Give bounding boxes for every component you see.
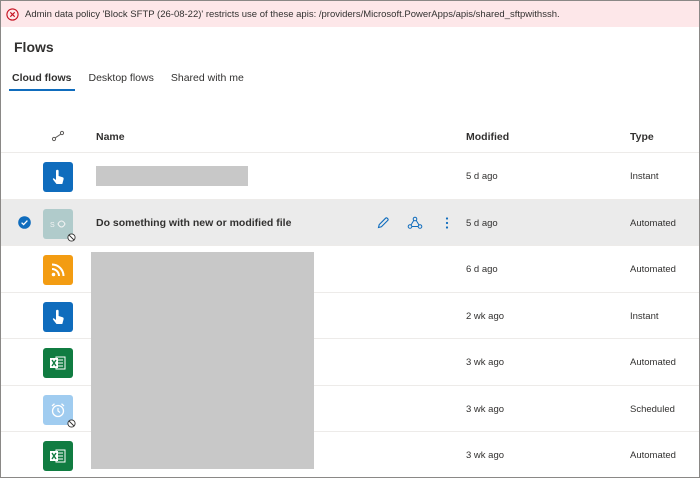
- flow-type: Instant: [630, 171, 659, 182]
- tab-shared-with-me[interactable]: Shared with me: [166, 65, 249, 93]
- flow-modified: 5 d ago: [466, 217, 498, 229]
- tab-cloud-flows[interactable]: Cloud flows: [7, 65, 77, 93]
- flow-modified: 3 wk ago: [466, 403, 505, 415]
- touch-icon: [43, 301, 73, 332]
- flow-modified: 5 d ago: [466, 171, 498, 182]
- rss-icon: [43, 255, 73, 285]
- checkmark-circle-icon[interactable]: [18, 215, 31, 232]
- flow-type: Automated: [630, 357, 676, 368]
- flow-modified: 2 wk ago: [466, 310, 505, 322]
- table-row-selected[interactable]: S Do something with new or modified file…: [1, 199, 699, 246]
- flow-modified: 3 wk ago: [466, 450, 505, 461]
- tab-desktop-flows[interactable]: Desktop flows: [84, 65, 159, 93]
- excel-icon: [43, 441, 73, 471]
- error-circle-icon: [6, 7, 19, 21]
- excel-icon: [43, 348, 73, 378]
- flow-modified: 3 wk ago: [466, 357, 505, 368]
- edit-pencil-icon[interactable]: [374, 214, 392, 232]
- blocked-icon: [67, 418, 76, 431]
- page-title: Flows: [14, 39, 54, 55]
- row-actions: [374, 214, 456, 232]
- share-icon[interactable]: [406, 214, 424, 232]
- flow-type: Scheduled: [630, 403, 675, 415]
- flow-type: Automated: [630, 217, 676, 229]
- policy-error-banner: Admin data policy 'Block SFTP (26-08-22)…: [1, 1, 699, 27]
- column-header-type[interactable]: Type: [630, 131, 654, 143]
- connection-icon: [51, 130, 65, 145]
- flow-tabs: Cloud flows Desktop flows Shared with me: [7, 65, 256, 93]
- redacted-flow-names: [91, 252, 314, 469]
- banner-message: Admin data policy 'Block SFTP (26-08-22)…: [25, 8, 560, 20]
- column-header-name[interactable]: Name: [96, 131, 125, 143]
- flow-type: Automated: [630, 450, 676, 461]
- redacted-flow-name: [96, 166, 248, 186]
- more-options-icon[interactable]: [438, 214, 456, 232]
- flow-type: Automated: [630, 264, 676, 275]
- touch-icon: [43, 162, 73, 192]
- table-header: Name Modified Type: [1, 120, 699, 153]
- flow-type: Instant: [630, 310, 659, 322]
- column-header-modified[interactable]: Modified: [466, 131, 509, 143]
- flow-name[interactable]: Do something with new or modified file: [96, 217, 291, 229]
- svg-text:S: S: [50, 222, 55, 229]
- blocked-icon: [67, 232, 76, 245]
- flow-modified: 6 d ago: [466, 264, 498, 275]
